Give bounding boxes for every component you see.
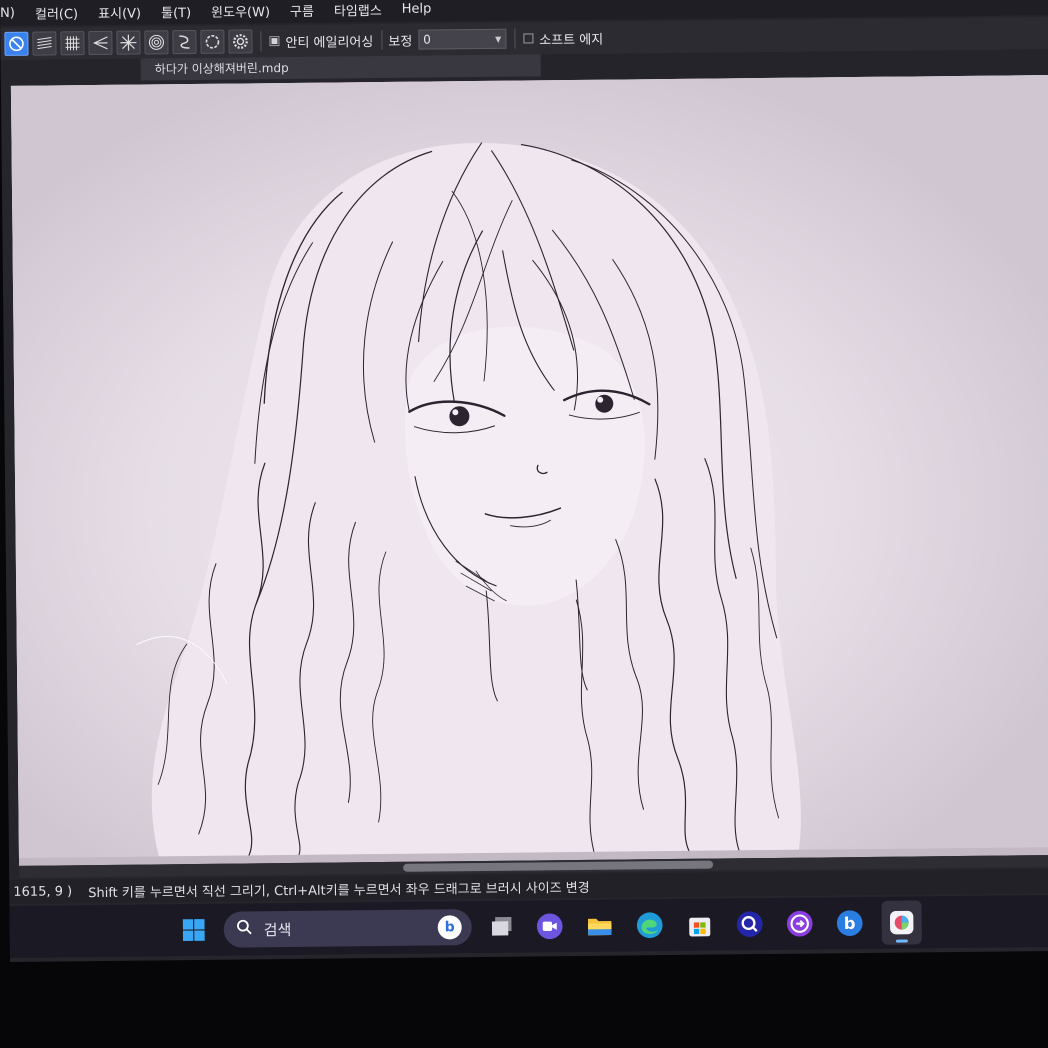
menu-item-timelapse[interactable]: 타임랩스 (334, 0, 382, 20)
file-explorer-icon[interactable] (584, 910, 616, 942)
cursor-coordinates: 1615, 9 ) (13, 883, 73, 900)
chat-camera-icon[interactable] (534, 910, 566, 942)
concentric-icon[interactable] (144, 30, 169, 55)
svg-text:b: b (844, 914, 856, 933)
menu-item-help[interactable]: Help (402, 1, 432, 16)
drawing-canvas[interactable] (10, 75, 1048, 858)
search-placeholder: 검색 (263, 920, 292, 939)
correction-select[interactable]: 0 ▼ (418, 28, 507, 50)
document-tab[interactable]: 하다가 이상해져버린.mdp (140, 54, 541, 81)
search-icon (236, 918, 254, 940)
cleanup-app-icon[interactable] (734, 908, 766, 940)
menu-item-view[interactable]: 표시(V) (98, 2, 141, 21)
toolbar-divider (514, 28, 516, 49)
none-guide-icon[interactable] (4, 31, 29, 56)
menu-item-file-partial[interactable]: N) (0, 5, 15, 20)
soft-edge-checkbox[interactable] (523, 33, 534, 44)
settings-gear-icon[interactable] (228, 29, 253, 54)
medibang-paint-icon[interactable] (881, 900, 922, 945)
girl-sketch-artwork (10, 75, 1048, 858)
antialias-label: 안티 에일리어싱 (285, 34, 374, 51)
menu-item-cloud[interactable]: 구름 (290, 0, 314, 19)
status-hint: Shift 키를 누르면서 직선 그리기, Ctrl+Alt키를 누르면서 좌우… (88, 880, 590, 901)
taskbar: 검색 b b (9, 894, 1048, 958)
soft-edge-label: 소프트 에지 (539, 32, 604, 48)
circle-icon[interactable] (200, 29, 225, 54)
menu-item-window[interactable]: 윈도우(W) (211, 1, 270, 21)
curve-icon[interactable] (172, 29, 197, 55)
active-app-indicator (895, 939, 908, 943)
toolbar-divider (260, 31, 262, 52)
toolbar-divider (381, 29, 383, 51)
menu-item-color[interactable]: 컬러(C) (35, 3, 78, 22)
task-view-icon[interactable] (486, 911, 518, 943)
monitor-screen: N) 컬러(C) 표시(V) 툴(T) 윈도우(W) 구름 타임랩스 Help (0, 0, 1048, 962)
bing-app-icon[interactable]: b (834, 907, 866, 939)
bing-icon[interactable]: b (437, 915, 462, 940)
arrow-app-icon[interactable] (784, 908, 816, 940)
menu-item-tool[interactable]: 툴(T) (161, 2, 191, 20)
perspective-icon[interactable] (88, 30, 113, 56)
scrollbar-thumb[interactable] (403, 860, 714, 872)
monitor-bezel (0, 962, 1048, 1048)
parallel-lines-icon[interactable] (32, 31, 57, 56)
windows-start-icon[interactable] (178, 914, 210, 946)
edge-browser-icon[interactable] (634, 909, 666, 941)
correction-value: 0 (423, 32, 431, 47)
grid-icon[interactable] (60, 31, 85, 56)
correction-label: 보정 (388, 34, 413, 50)
chevron-down-icon: ▼ (495, 34, 502, 44)
antialias-checkbox[interactable] (269, 36, 280, 47)
radial-lines-icon[interactable] (116, 30, 141, 55)
store-icon[interactable] (684, 909, 716, 941)
taskbar-search-box[interactable]: 검색 b (223, 909, 472, 948)
canvas-workspace[interactable] (10, 75, 1048, 866)
